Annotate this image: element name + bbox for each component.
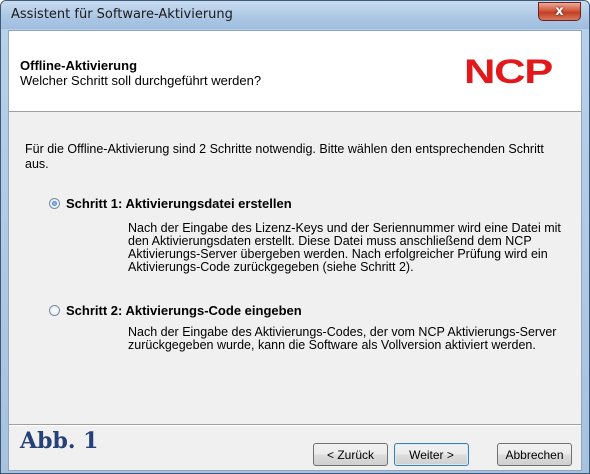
page-subtitle: Welcher Schritt soll durchgeführt werden… [20, 73, 262, 88]
radio-step-1[interactable] [49, 198, 60, 209]
radio-step-2[interactable] [49, 305, 60, 316]
back-button[interactable]: < Zurück [313, 443, 388, 466]
close-icon: x [555, 4, 564, 19]
next-button[interactable]: Weiter > [394, 443, 469, 466]
dialog-content: Offline-Aktivierung Welcher Schritt soll… [8, 30, 582, 471]
close-button[interactable]: x [538, 2, 581, 21]
option-step-1-description: Nach der Eingabe des Lizenz-Keys und der… [128, 221, 561, 274]
wizard-header: Offline-Aktivierung Welcher Schritt soll… [9, 31, 581, 112]
intro-text: Für die Offline-Aktivierung sind 2 Schri… [25, 142, 544, 171]
window-title: Assistent für Software-Aktivierung [11, 7, 233, 22]
option-step-2-description: Nach der Eingabe des Aktivierungs-Codes,… [128, 325, 557, 352]
dialog-window: Assistent für Software-Aktivierung x Off… [0, 0, 590, 474]
option-step-1[interactable]: Schritt 1: Aktivierungsdatei erstellen [49, 196, 292, 211]
page-title: Offline-Aktivierung [20, 58, 138, 73]
ncp-logo: NCP [464, 53, 553, 91]
footer-divider [9, 424, 581, 426]
title-bar[interactable]: Assistent für Software-Aktivierung x [1, 1, 589, 29]
option-step-1-label[interactable]: Schritt 1: Aktivierungsdatei erstellen [66, 196, 292, 211]
figure-label: Abb. 1 [20, 428, 99, 454]
option-step-2-label[interactable]: Schritt 2: Aktivierungs-Code eingeben [66, 303, 302, 318]
option-step-2[interactable]: Schritt 2: Aktivierungs-Code eingeben [49, 303, 302, 318]
cancel-button[interactable]: Abbrechen [497, 443, 572, 466]
